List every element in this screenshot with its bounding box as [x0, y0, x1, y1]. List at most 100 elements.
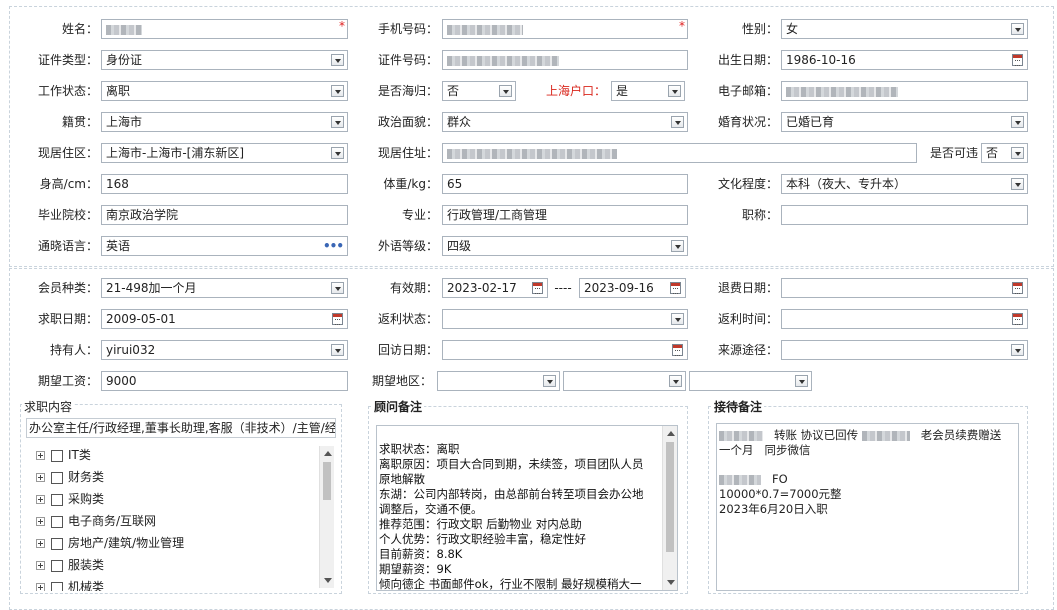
notes-scrollbar[interactable] — [662, 426, 677, 590]
tree-item-purchasing[interactable]: 采购类 — [36, 489, 104, 509]
job-category-tree[interactable]: IT类 财务类 采购类 电子商务/互联网 房地产/建筑/物业管理 服装类 机械类 — [26, 444, 336, 592]
scroll-thumb[interactable] — [666, 442, 674, 552]
scroll-up-icon[interactable] — [667, 431, 675, 436]
chevron-down-icon[interactable] — [1011, 116, 1024, 128]
checkbox[interactable] — [51, 537, 63, 550]
chevron-down-icon[interactable] — [499, 85, 512, 97]
shanghai-hukou-select[interactable]: 是 — [611, 81, 685, 101]
valid-to-field[interactable]: 2023-09-16 — [579, 278, 686, 298]
calendar-icon[interactable] — [1012, 313, 1023, 325]
rebate-time-field[interactable] — [781, 309, 1028, 329]
email-field[interactable] — [781, 81, 1028, 101]
scroll-down-icon[interactable] — [667, 580, 675, 585]
chevron-down-icon[interactable] — [669, 375, 682, 387]
chevron-down-icon[interactable] — [543, 375, 556, 387]
chevron-down-icon[interactable] — [1011, 147, 1024, 159]
refund-date-field[interactable] — [781, 278, 1028, 298]
title-field[interactable] — [781, 205, 1028, 225]
visitable-select[interactable]: 否 — [981, 143, 1028, 163]
chevron-down-icon[interactable] — [671, 116, 684, 128]
scroll-down-icon[interactable] — [324, 578, 332, 583]
region-select-city[interactable] — [563, 371, 686, 391]
valid-from-field[interactable]: 2023-02-17 — [442, 278, 548, 298]
education-select[interactable]: 本科（夜大、专升本） — [781, 174, 1028, 194]
rebate-status-select[interactable] — [442, 309, 688, 329]
region-select-province[interactable] — [437, 371, 560, 391]
tree-scrollbar[interactable] — [319, 446, 334, 588]
gender-select[interactable]: 女 — [781, 19, 1028, 39]
visit-date-field[interactable] — [442, 340, 688, 360]
calendar-icon[interactable] — [1012, 54, 1023, 66]
phone-field[interactable]: * — [442, 19, 688, 39]
tree-item-realestate[interactable]: 房地产/建筑/物业管理 — [36, 533, 184, 553]
residence-area-select[interactable]: 上海市-上海市-[浦东新区] — [101, 143, 348, 163]
chevron-down-icon[interactable] — [671, 313, 684, 325]
tree-item-machinery[interactable]: 机械类 — [36, 577, 104, 591]
work-status-select[interactable]: 离职 — [101, 81, 348, 101]
expand-icon[interactable] — [36, 473, 45, 482]
checkbox[interactable] — [51, 581, 63, 591]
chevron-down-icon[interactable] — [1011, 23, 1024, 35]
chevron-down-icon[interactable] — [331, 282, 344, 294]
overseas-select[interactable]: 否 — [442, 81, 516, 101]
residence-address-field[interactable] — [442, 143, 917, 163]
salary-field[interactable]: 9000 — [101, 371, 348, 391]
checkbox[interactable] — [51, 559, 63, 572]
checkbox[interactable] — [51, 515, 63, 528]
tree-item-it[interactable]: IT类 — [36, 445, 91, 465]
holder-select[interactable]: yirui032 — [101, 340, 348, 360]
checkbox[interactable] — [51, 449, 63, 462]
calendar-icon[interactable] — [1012, 282, 1023, 294]
calendar-icon[interactable] — [672, 344, 683, 356]
job-date-field[interactable]: 2009-05-01 — [101, 309, 348, 329]
name-field[interactable]: * — [101, 19, 348, 39]
expand-icon[interactable] — [36, 451, 45, 460]
chevron-down-icon[interactable] — [331, 147, 344, 159]
major-field[interactable]: 行政管理/工商管理 — [442, 205, 688, 225]
region-select-district[interactable] — [689, 371, 812, 391]
school-field[interactable]: 南京政治学院 — [101, 205, 348, 225]
expand-icon[interactable] — [36, 539, 45, 548]
chevron-down-icon[interactable] — [1011, 178, 1024, 190]
language-level-select[interactable]: 四级 — [442, 236, 688, 256]
source-select[interactable] — [781, 340, 1028, 360]
chevron-down-icon[interactable] — [668, 85, 681, 97]
ellipsis-icon[interactable]: ••• — [323, 237, 344, 255]
tree-item-finance[interactable]: 财务类 — [36, 467, 104, 487]
id-type-select[interactable]: 身份证 — [101, 50, 348, 70]
chevron-down-icon[interactable] — [331, 54, 344, 66]
expand-icon[interactable] — [36, 561, 45, 570]
chevron-down-icon[interactable] — [331, 116, 344, 128]
tree-item-ecommerce[interactable]: 电子商务/互联网 — [36, 511, 156, 531]
chevron-down-icon[interactable] — [331, 344, 344, 356]
id-number-field[interactable] — [442, 50, 688, 70]
redacted-text — [447, 148, 617, 159]
calendar-icon[interactable] — [332, 313, 343, 325]
expand-icon[interactable] — [36, 517, 45, 526]
reception-notes-textarea[interactable]: 转账 协议已回传 老会员续费赠送 一个月 同步微信 FO 10000*0.7=7… — [716, 423, 1019, 591]
calendar-icon[interactable] — [532, 282, 543, 294]
chevron-down-icon[interactable] — [1011, 344, 1024, 356]
checkbox[interactable] — [51, 471, 63, 484]
language-label: 通晓语言： — [37, 239, 98, 253]
political-select[interactable]: 群众 — [442, 112, 688, 132]
member-type-select[interactable]: 21-498加一个月 — [101, 278, 348, 298]
chevron-down-icon[interactable] — [795, 375, 808, 387]
job-content-summary[interactable]: 办公室主任/行政经理,董事长助理,客服（非技术）/主管/经 — [26, 418, 336, 438]
height-field[interactable]: 168 — [101, 174, 348, 194]
advisor-notes-textarea[interactable]: 求职状态：离职 离职原因：项目大合同到期，未续签，项目团队人员 原地解散 东湖：… — [376, 425, 678, 591]
checkbox[interactable] — [51, 493, 63, 506]
native-place-select[interactable]: 上海市 — [101, 112, 348, 132]
chevron-down-icon[interactable] — [331, 85, 344, 97]
birth-date-field[interactable]: 1986-10-16 — [781, 50, 1028, 70]
scroll-thumb[interactable] — [323, 462, 331, 500]
expand-icon[interactable] — [36, 495, 45, 504]
chevron-down-icon[interactable] — [671, 240, 684, 252]
marital-select[interactable]: 已婚已育 — [781, 112, 1028, 132]
scroll-up-icon[interactable] — [324, 451, 332, 456]
weight-field[interactable]: 65 — [442, 174, 688, 194]
tree-item-apparel[interactable]: 服装类 — [36, 555, 104, 575]
expand-icon[interactable] — [36, 583, 45, 591]
language-field[interactable]: 英语 ••• — [101, 236, 348, 256]
calendar-icon[interactable] — [670, 282, 681, 294]
